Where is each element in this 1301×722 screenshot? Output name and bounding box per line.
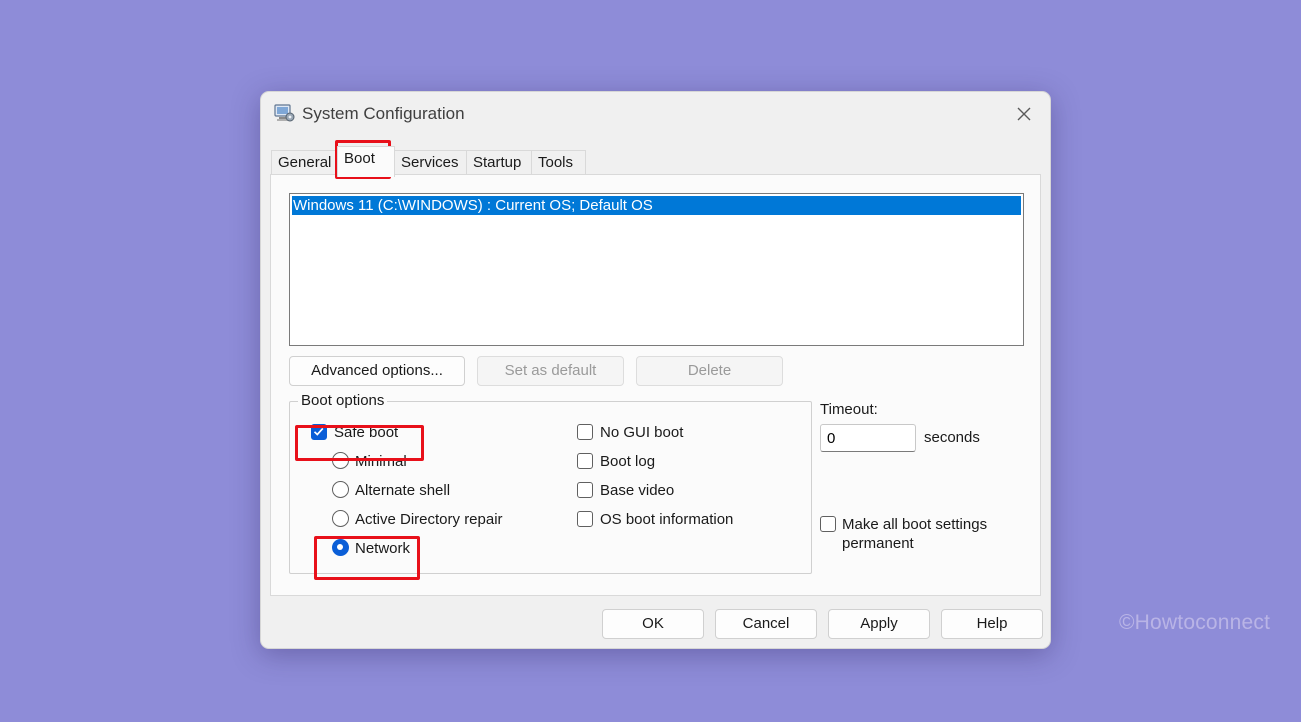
radio-active-directory-repair-label: Active Directory repair: [355, 511, 503, 528]
boot-log-check[interactable]: [577, 453, 593, 469]
radio-active-directory-repair-circle[interactable]: [332, 510, 349, 527]
base-video-label: Base video: [600, 482, 675, 499]
os-boot-information-label: OS boot information: [600, 511, 734, 528]
advanced-options-button[interactable]: Advanced options...: [289, 356, 465, 386]
tab-services[interactable]: Services: [394, 150, 467, 175]
seconds-label: seconds: [924, 429, 980, 446]
title-bar: System Configuration: [261, 92, 1050, 136]
window-title: System Configuration: [302, 104, 465, 123]
no-gui-boot-label: No GUI boot: [600, 424, 684, 441]
safe-boot-label: Safe boot: [334, 424, 399, 441]
make-permanent-label: Make all boot settings permanent: [842, 516, 988, 552]
boot-log-label: Boot log: [600, 453, 656, 470]
help-button[interactable]: Help: [941, 609, 1043, 639]
tab-boot[interactable]: Boot: [337, 146, 395, 177]
boot-options-group: Boot options Safe boot Minimal Alternate…: [289, 392, 812, 574]
checkmark-icon: [313, 427, 324, 436]
os-list[interactable]: Windows 11 (C:\WINDOWS) : Current OS; De…: [289, 193, 1024, 346]
boot-options-legend: Boot options: [298, 392, 388, 410]
radio-network-circle[interactable]: [332, 539, 349, 556]
base-video-check[interactable]: [577, 482, 593, 498]
tab-general[interactable]: General: [271, 150, 338, 175]
os-list-item[interactable]: Windows 11 (C:\WINDOWS) : Current OS; De…: [292, 196, 1021, 215]
radio-alternate-shell-circle[interactable]: [332, 481, 349, 498]
os-boot-information-check[interactable]: [577, 511, 593, 527]
radio-alternate-shell-label: Alternate shell: [355, 482, 451, 499]
radio-minimal-circle[interactable]: [332, 452, 349, 469]
radio-network-label: Network: [355, 540, 411, 557]
radio-minimal-label: Minimal: [355, 453, 407, 470]
tab-startup[interactable]: Startup: [466, 150, 532, 175]
set-as-default-button[interactable]: Set as default: [477, 356, 624, 386]
timeout-input[interactable]: [820, 424, 916, 452]
system-configuration-dialog: System Configuration General Boot Servic…: [260, 91, 1051, 649]
boot-tab-panel: Windows 11 (C:\WINDOWS) : Current OS; De…: [270, 174, 1041, 596]
tab-tools[interactable]: Tools: [531, 150, 586, 175]
apply-button[interactable]: Apply: [828, 609, 930, 639]
system-configuration-icon: [274, 104, 295, 122]
close-icon[interactable]: [1012, 102, 1036, 126]
make-permanent-check[interactable]: [820, 516, 836, 532]
no-gui-boot-check[interactable]: [577, 424, 593, 440]
timeout-label: Timeout:: [820, 401, 878, 418]
ok-button[interactable]: OK: [602, 609, 704, 639]
delete-button[interactable]: Delete: [636, 356, 783, 386]
safe-boot-check[interactable]: [311, 424, 327, 440]
cancel-button[interactable]: Cancel: [715, 609, 817, 639]
watermark: ©Howtoconnect: [1119, 611, 1271, 634]
